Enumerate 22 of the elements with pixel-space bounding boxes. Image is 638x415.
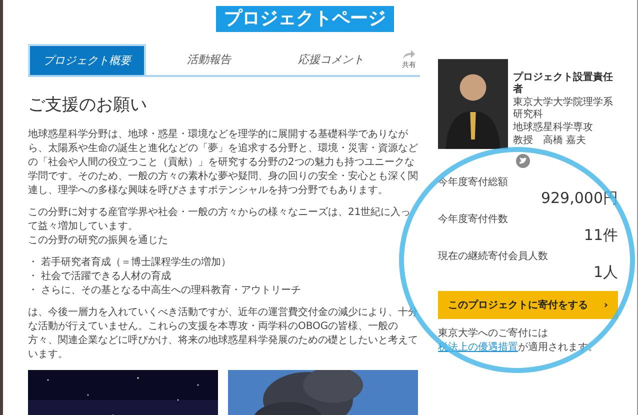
affiliation-text: 地球惑星科学専攻	[513, 122, 594, 134]
paragraph: この分野の研究の振興を通じた	[28, 234, 169, 248]
paragraph: この分野に対する産官学界や社会・一般の方々からの様々なニーズは、21世紀に入って益々増加しています。	[28, 206, 412, 234]
stat-value: 11件	[582, 226, 618, 244]
section-heading: ご支援のお願い	[28, 94, 148, 116]
donate-button[interactable]: このプロジェクトに寄付をする ›	[438, 291, 618, 319]
paragraph: は、今後一層力を入れていくべき活動ですが、近年の運営費交付金の減少により、十分な活動が行えていません。これらの支援を本専攻・両学科のOBOGの皆様、一般の方々、関連企業などに呼びかけ、将来の地球惑星科学発展のための礎としたいと考えています。	[28, 306, 419, 362]
list-item: ・ 若手研究者育成（＝博士課程学生の増加）	[28, 256, 232, 270]
affiliation-text: 教授 高橋 嘉夫	[513, 135, 588, 147]
tab[interactable]: プロジェクト概要	[28, 44, 146, 75]
stat-value: 1人	[592, 263, 618, 281]
paragraph: 地球惑星科学分野は、地球・惑星・環境などを理学的に展開する基礎科学でありながら、太陽系や生命の誕生と進化などの「夢」を追求する分野と、環境・災害・資源などの「社会や人間の役立つこと（貢献）」を研究する分野の2つの魅力も持つユニークな学問です。そのため、一般の方々の素朴な夢や疑問、身の回りの安全・安心とも深く関連し、理学への多様な興味を呼びさますポテンシャルを持つ分野でもあります。	[28, 128, 419, 198]
page-label: プロジェクトページ	[216, 6, 394, 32]
bird-icon[interactable]	[516, 154, 530, 168]
stat-label: 現在の継続寄付会員人数	[438, 250, 549, 263]
stat-label: 今年度寄付件数	[438, 212, 509, 226]
stat-label: 今年度寄付総額	[438, 176, 509, 189]
list-item: ・ さらに、その基となる中高生への理科教育・アウトリーチ	[28, 284, 302, 298]
affiliation-text: 東京大学大学院理学系研究科	[513, 97, 614, 121]
share-icon	[402, 49, 416, 60]
list-item: ・ 社会で活躍できる人材の育成	[28, 270, 172, 284]
manager-title: プロジェクト設置責任者	[513, 72, 614, 96]
